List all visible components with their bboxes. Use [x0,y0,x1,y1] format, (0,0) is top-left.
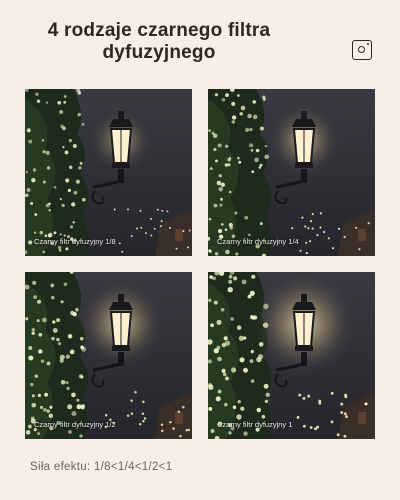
sample-photo-1-4: Czarny filtr dyfuzyjny 1/4 [208,89,375,256]
lamp-photo [25,89,192,256]
effect-strength-caption: Siła efektu: 1/8<1/4<1/2<1 [30,461,173,473]
instagram-icon-lens [358,46,365,53]
instagram-icon-dot [367,43,369,45]
instagram-icon[interactable] [352,40,372,60]
photo-label: Czarny filtr dyfuzyjny 1/2 [34,420,116,429]
page-title: 4 rodzaje czarnego filtra dyfuzyjnego [14,20,304,64]
lamp-photo [208,89,375,256]
title-line-1: 4 rodzaje czarnego filtra [47,20,271,41]
lamp-photo [25,272,192,439]
lamp-photo [208,272,375,439]
sample-photo-1-8: Czarny filtr dyfuzyjny 1/8 [25,89,192,256]
title-line-2: dyfuzyjnego [102,42,216,63]
sample-photo-1: Czarny filtr dyfuzyjny 1 [208,272,375,439]
photo-label: Czarny filtr dyfuzyjny 1/4 [217,237,299,246]
photo-label: Czarny filtr dyfuzyjny 1/8 [34,237,116,246]
photo-label: Czarny filtr dyfuzyjny 1 [217,420,293,429]
sample-photo-1-2: Czarny filtr dyfuzyjny 1/2 [25,272,192,439]
